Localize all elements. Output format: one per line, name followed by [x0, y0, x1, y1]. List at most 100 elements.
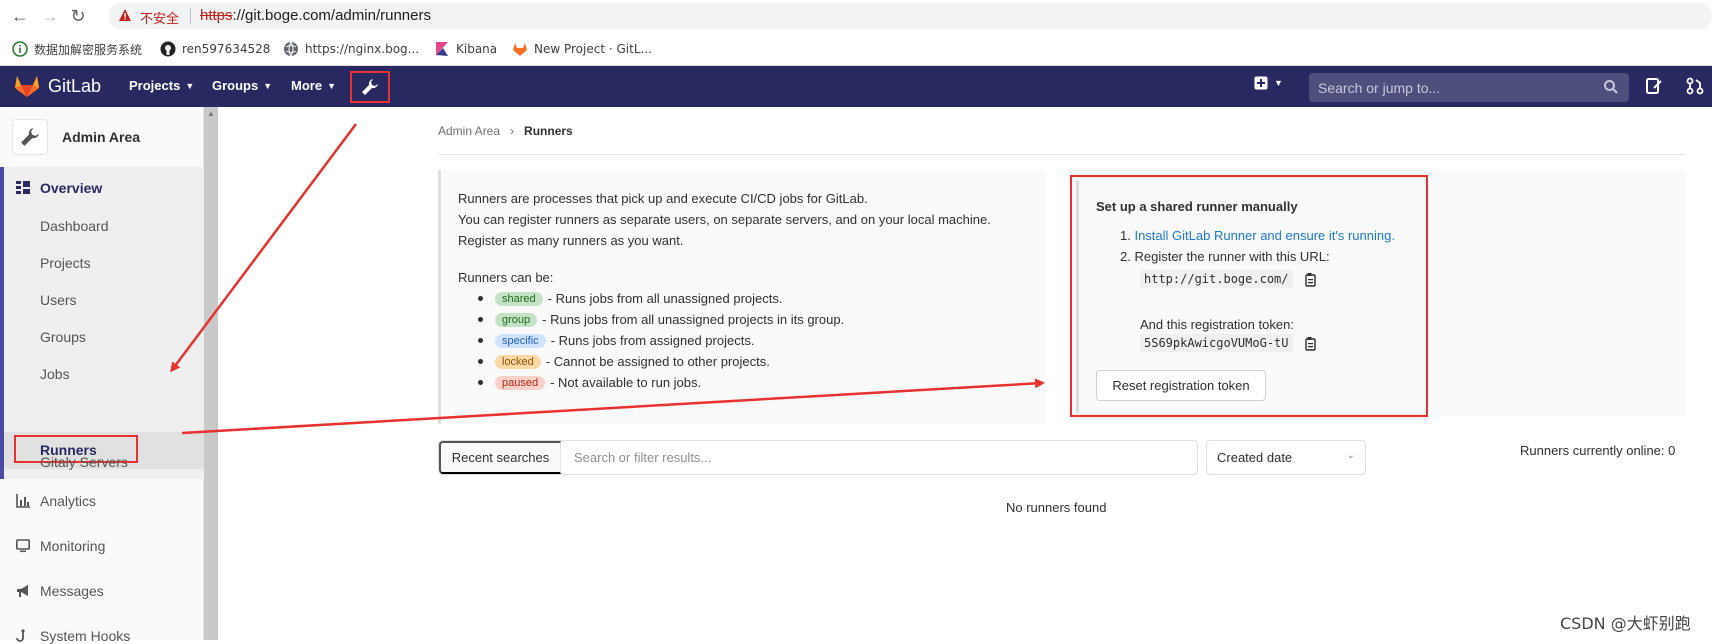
- new-item-dropdown[interactable]: ▼: [1254, 76, 1283, 90]
- monitor-icon: [16, 539, 30, 553]
- bookmarks-bar: 数据加解密服务系统 ren597634528 https://nginx.bog…: [0, 32, 1712, 66]
- chevron-down-icon: ▼: [263, 80, 273, 91]
- sidebar-avatar: [12, 119, 48, 155]
- sidebar-header[interactable]: Admin Area: [12, 119, 140, 155]
- breadcrumb-runners[interactable]: Runners: [524, 124, 573, 138]
- bookmark-label: Kibana: [456, 42, 498, 56]
- sidebar-item-dashboard[interactable]: Dashboard: [40, 218, 109, 234]
- sidebar-item-messages[interactable]: Messages: [16, 583, 104, 599]
- intro-line: You can register runners as separate use…: [458, 212, 991, 227]
- github-icon: [160, 41, 176, 57]
- bookmark-label: ren597634528: [182, 42, 271, 56]
- sidebar-item-groups[interactable]: Groups: [40, 329, 86, 345]
- setup-step-1: 1. Install GitLab Runner and ensure it's…: [1120, 228, 1395, 243]
- copy-icon[interactable]: [1303, 336, 1316, 351]
- search-input[interactable]: Search or jump to...: [1318, 80, 1440, 96]
- bullhorn-icon: [17, 585, 28, 597]
- bookmark-label: 数据加解密服务系统: [34, 42, 143, 57]
- sidebar-messages-label: Messages: [40, 583, 104, 599]
- url-field[interactable]: 不安全 https://git.boge.com/admin/runners: [108, 3, 1712, 29]
- admin-sidebar: Admin Area Overview Dashboard Projects U…: [0, 107, 204, 644]
- filter-bar: Recent searches Search or filter results…: [438, 440, 1198, 475]
- sidebar-monitoring-label: Monitoring: [40, 538, 106, 554]
- bookmark-item[interactable]: 数据加解密服务系统: [12, 40, 142, 58]
- info-circle-icon: [12, 41, 28, 57]
- todo-icon[interactable]: [1645, 77, 1663, 95]
- type-desc: - Runs jobs from all unassigned projects…: [547, 291, 783, 306]
- bookmark-item[interactable]: https://nginx.bog...: [283, 40, 419, 58]
- runner-url-row: http://git.boge.com/: [1140, 270, 1316, 288]
- kibana-icon: [436, 42, 448, 56]
- sidebar-item-overview[interactable]: Overview: [16, 180, 102, 196]
- sidebar-item-analytics[interactable]: Analytics: [16, 493, 96, 509]
- nav-projects-label: Projects: [129, 78, 181, 93]
- install-runner-link[interactable]: Install GitLab Runner and ensure it's ru…: [1134, 228, 1394, 243]
- admin-area-button[interactable]: [350, 71, 390, 103]
- bullet: [478, 317, 483, 322]
- badge-locked: locked: [495, 354, 541, 369]
- top-navbar: GitLab Projects ▼ Groups ▼ More ▼ ▼ Search …: [0, 66, 1712, 107]
- warning-triangle-icon: [119, 9, 131, 21]
- merge-request-icon[interactable]: [1686, 77, 1704, 95]
- bookmark-item[interactable]: Kibana: [434, 40, 497, 58]
- gitlab-logo[interactable]: GitLab: [14, 74, 101, 98]
- nav-projects[interactable]: Projects ▼: [129, 78, 194, 93]
- runners-online-count: Runners currently online: 0: [1520, 443, 1676, 458]
- registration-token: 5S69pkAwicgoVUMoG-tU: [1140, 334, 1293, 352]
- intro-line: Runners are processes that pick up and e…: [458, 191, 868, 206]
- copy-icon[interactable]: [1303, 272, 1316, 287]
- bookmark-item[interactable]: New Project · GitL...: [512, 40, 652, 58]
- sidebar-overview-section: Overview Dashboard Projects Users Groups…: [0, 167, 204, 479]
- search-icon: [1604, 80, 1618, 94]
- nav-more[interactable]: More ▼: [291, 78, 336, 93]
- overview-icon: [16, 181, 30, 194]
- watermark: CSDN @大虾别跑: [1560, 614, 1691, 633]
- bullet: [478, 359, 483, 364]
- runners-can-be-label: Runners can be:: [458, 270, 554, 285]
- sidebar-analytics-label: Analytics: [40, 493, 97, 509]
- badge-shared: shared: [495, 291, 543, 306]
- sidebar-item-jobs[interactable]: Jobs: [40, 366, 70, 382]
- runner-types-list: shared - Runs jobs from all unassigned pr…: [478, 288, 844, 393]
- sidebar-title: Admin Area: [62, 129, 141, 145]
- runner-type-paused: paused - Not available to run jobs.: [478, 372, 844, 393]
- plus-square-icon: [1254, 76, 1268, 90]
- filter-input[interactable]: Search or filter results...: [574, 450, 711, 465]
- breadcrumb-divider: [438, 154, 1686, 155]
- url-scheme: https: [200, 7, 233, 24]
- sidebar-item-users[interactable]: Users: [40, 292, 77, 308]
- bookmark-label: New Project · GitL...: [534, 42, 652, 56]
- empty-state-text: No runners found: [1006, 500, 1107, 515]
- browser-address-bar: ← → ↻ 不安全 https://git.boge.com/admin/run…: [0, 0, 1712, 32]
- reload-icon[interactable]: ↻: [66, 4, 90, 28]
- nav-groups[interactable]: Groups ▼: [212, 78, 272, 93]
- step-number: 2.: [1120, 249, 1131, 264]
- back-arrow-icon[interactable]: ←: [8, 4, 32, 28]
- sidebar-item-monitoring[interactable]: Monitoring: [16, 538, 105, 554]
- breadcrumb-admin-area[interactable]: Admin Area: [438, 124, 500, 138]
- runner-type-shared: shared - Runs jobs from all unassigned pr…: [478, 288, 844, 309]
- sort-dropdown[interactable]: Created date ⌄: [1206, 440, 1366, 475]
- wrench-icon: [362, 79, 378, 95]
- type-desc: - Runs jobs from all unassigned projects…: [542, 312, 845, 327]
- sidebar-item-gitaly-servers[interactable]: Gitaly Servers: [40, 454, 128, 470]
- bullet: [478, 338, 483, 343]
- gitlab-tanuki-icon: [15, 76, 39, 97]
- recent-searches-button[interactable]: Recent searches: [439, 441, 561, 474]
- sidebar-item-system-hooks[interactable]: System Hooks: [16, 628, 130, 644]
- scroll-up-icon[interactable]: ▲: [207, 109, 215, 118]
- sort-selected-value: Created date: [1217, 450, 1293, 465]
- bookmark-item[interactable]: ren597634528: [160, 40, 270, 58]
- sidebar-scrollbar[interactable]: ▲: [204, 107, 218, 640]
- bullet: [478, 296, 483, 301]
- search-box[interactable]: Search or jump to...: [1309, 73, 1629, 102]
- hook-icon: [16, 629, 25, 642]
- reset-token-button[interactable]: Reset registration token: [1096, 370, 1266, 401]
- intro-line: Register as many runners as you want.: [458, 233, 684, 248]
- url-text: https://git.boge.com/admin/runners: [200, 7, 431, 24]
- sidebar-item-projects[interactable]: Projects: [40, 255, 91, 271]
- type-desc: - Cannot be assigned to other projects.: [545, 354, 770, 369]
- runner-type-specific: specific - Runs jobs from assigned projec…: [478, 330, 844, 351]
- token-label: And this registration token:: [1140, 317, 1294, 332]
- forward-arrow-icon[interactable]: →: [38, 4, 62, 28]
